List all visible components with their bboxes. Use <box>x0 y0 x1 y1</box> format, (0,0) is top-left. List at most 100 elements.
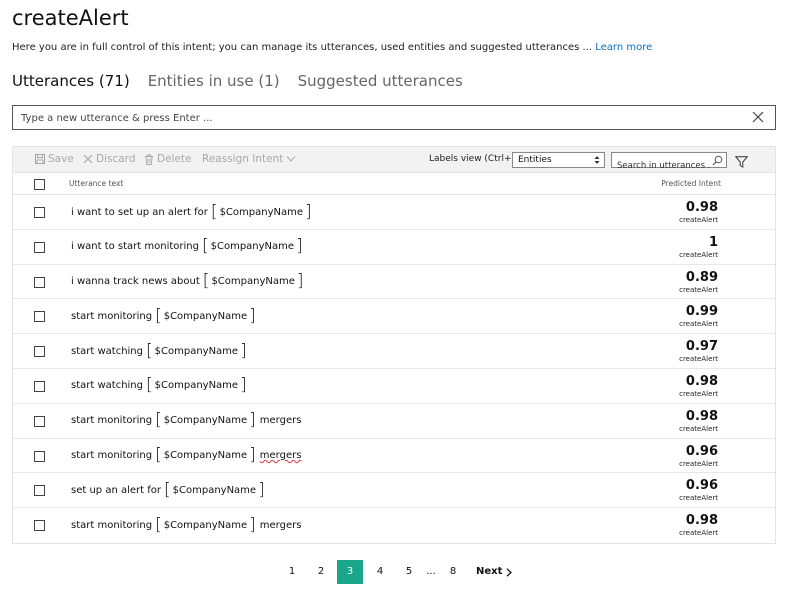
close-icon <box>83 154 93 164</box>
page-2-button[interactable]: 2 <box>308 560 334 584</box>
entity-label[interactable]: [$CompanyName] <box>155 412 256 429</box>
utterance-text[interactable]: i want to set up an alert for[$CompanyNa… <box>71 195 312 229</box>
utterance-words-after: mergers <box>259 519 302 531</box>
entity-open-bracket: [ <box>201 236 209 257</box>
chevron-down-icon <box>286 156 296 162</box>
entity-label[interactable]: [$CompanyName] <box>155 447 256 464</box>
save-button[interactable]: Save <box>35 153 74 165</box>
row-checkbox[interactable] <box>34 380 45 392</box>
table-row[interactable]: start monitoring[$CompanyName] mergers 0.9… <box>13 508 775 543</box>
entity-name: $CompanyName <box>163 450 248 462</box>
filter-icon[interactable] <box>734 153 749 172</box>
entity-label[interactable]: [$CompanyName] <box>155 305 256 326</box>
utterance-text[interactable]: start watching[$CompanyName] <box>71 334 247 368</box>
page-title: createAlert <box>12 6 129 30</box>
entity-close-bracket: ] <box>305 201 312 222</box>
entity-close-bracket: ] <box>249 514 256 535</box>
discard-button[interactable]: Discard <box>83 153 135 165</box>
entity-label[interactable]: [$CompanyName] <box>210 201 312 222</box>
entity-label[interactable]: [$CompanyName] <box>146 340 247 361</box>
utterance-text[interactable]: start monitoring[$CompanyName] <box>71 299 256 333</box>
utterance-words: i want to start monitoring <box>71 241 199 253</box>
next-page-button[interactable]: Next <box>476 560 513 584</box>
table-row[interactable]: start watching[$CompanyName] 0.97 createAl… <box>13 334 775 369</box>
utterance-text[interactable]: i wanna track news about[$CompanyName] <box>71 265 304 299</box>
row-checkbox[interactable] <box>34 276 45 288</box>
utterance-text[interactable]: set up an alert for[$CompanyName] <box>71 473 265 507</box>
close-icon[interactable] <box>751 109 765 125</box>
page-8-button[interactable]: 8 <box>440 560 466 584</box>
predicted-intent-name: createAlert <box>679 459 718 468</box>
delete-button[interactable]: Delete <box>144 153 192 165</box>
prediction-score: 0.98 <box>685 408 718 424</box>
new-utterance-input[interactable] <box>13 107 713 130</box>
table-row[interactable]: i want to start monitoring[$CompanyName]… <box>13 230 775 265</box>
utterance-text[interactable]: start monitoring[$CompanyName] mergers <box>71 508 301 542</box>
row-checkbox[interactable] <box>34 485 45 497</box>
tab-utterances[interactable]: Utterances (71) <box>12 72 130 90</box>
grid-header: Utterance text Predicted Intent <box>13 173 775 195</box>
entity-close-bracket: ] <box>296 236 303 257</box>
entity-open-bracket: [ <box>155 445 162 466</box>
entity-label[interactable]: [$CompanyName] <box>164 481 265 499</box>
intent-tabs: Utterances (71) Entities in use (1) Sugg… <box>12 72 463 90</box>
table-row[interactable]: set up an alert for[$CompanyName] 0.96 cre… <box>13 473 775 509</box>
table-row[interactable]: i wanna track news about[$CompanyName] 0.… <box>13 265 775 300</box>
search-utterances-box <box>611 152 727 173</box>
next-label: Next <box>476 566 503 577</box>
new-utterance-box <box>12 105 776 130</box>
entity-label[interactable]: [$CompanyName] <box>146 377 247 394</box>
prediction-score: 0.96 <box>685 443 718 459</box>
row-checkbox[interactable] <box>34 415 45 427</box>
utterance-text[interactable]: start watching[$CompanyName] <box>71 369 247 403</box>
page-3-button[interactable]: 3 <box>337 560 363 584</box>
page-5-button[interactable]: 5 <box>396 560 422 584</box>
entity-close-bracket: ] <box>249 305 256 326</box>
entity-close-bracket: ] <box>240 340 247 361</box>
row-checkbox[interactable] <box>34 311 45 323</box>
page-1-button[interactable]: 1 <box>279 560 305 584</box>
entity-label[interactable]: [$CompanyName] <box>202 238 303 255</box>
row-checkbox[interactable] <box>34 207 45 218</box>
utterance-words-after: mergers <box>259 450 302 462</box>
tab-entities-in-use[interactable]: Entities in use (1) <box>148 72 280 90</box>
reassign-label: Reassign Intent <box>202 153 284 165</box>
tab-suggested-utterances[interactable]: Suggested utterances <box>298 72 463 90</box>
learn-more-link[interactable]: Learn more <box>595 42 652 53</box>
table-row[interactable]: start monitoring[$CompanyName] 0.99 create… <box>13 299 775 335</box>
utterance-text[interactable]: start monitoring[$CompanyName] mergers <box>71 404 301 438</box>
table-row[interactable]: start monitoring[$CompanyName] mergers 0.9… <box>13 404 775 439</box>
entity-open-bracket: [ <box>210 201 218 222</box>
updown-arrow-icon <box>594 156 600 164</box>
page-ellipsis: ... <box>426 566 436 577</box>
discard-label: Discard <box>96 153 136 165</box>
labels-view-select[interactable]: Entities <box>512 152 605 168</box>
page-4-button[interactable]: 4 <box>367 560 393 584</box>
entity-label[interactable]: [$CompanyName] <box>203 273 304 290</box>
utterance-words: start monitoring <box>71 450 153 462</box>
row-checkbox[interactable] <box>34 241 45 253</box>
utterance-text[interactable]: i want to start monitoring[$CompanyName] <box>71 230 303 264</box>
row-checkbox[interactable] <box>34 346 45 358</box>
table-row[interactable]: start watching[$CompanyName] 0.98 createAl… <box>13 369 775 404</box>
predicted-intent-name: createAlert <box>679 424 718 433</box>
search-icon[interactable] <box>712 155 723 166</box>
prediction-score: 1 <box>708 234 718 250</box>
prediction-score: 0.98 <box>685 373 718 389</box>
search-utterances-input[interactable] <box>612 159 710 173</box>
predicted-intent-name: createAlert <box>679 216 718 224</box>
row-checkbox[interactable] <box>34 450 45 462</box>
labels-view-label: Labels view (Ctrl+E): <box>429 154 524 164</box>
entity-close-bracket: ] <box>249 410 256 431</box>
reassign-intent-button[interactable]: Reassign Intent <box>202 153 296 165</box>
table-row[interactable]: i want to set up an alert for[$CompanyNa… <box>13 195 775 230</box>
entity-name: $CompanyName <box>163 415 248 427</box>
utterance-text[interactable]: start monitoring[$CompanyName] mergers <box>71 439 301 473</box>
entity-label[interactable]: [$CompanyName] <box>155 514 256 535</box>
table-row[interactable]: start monitoring[$CompanyName] mergers 0.9… <box>13 439 775 474</box>
row-checkbox[interactable] <box>34 520 45 532</box>
entity-name: $CompanyName <box>219 206 303 218</box>
utterance-words: start watching <box>71 345 143 357</box>
utterance-words: set up an alert for <box>71 484 161 496</box>
select-all-checkbox[interactable] <box>34 179 45 190</box>
